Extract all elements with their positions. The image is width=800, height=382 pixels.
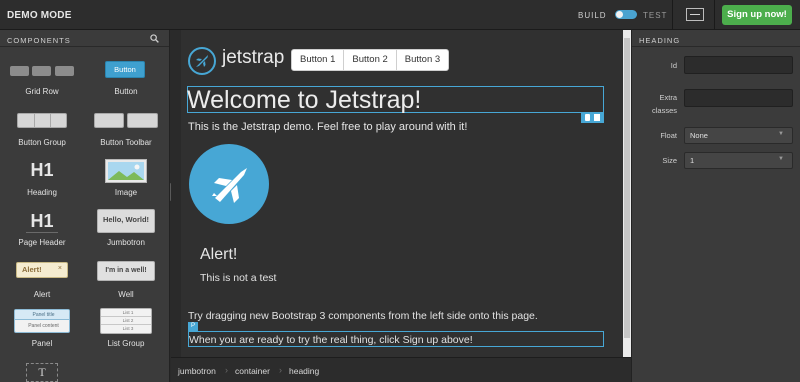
components-panel: COMPONENTS Grid Row Button Button Button… [0, 30, 170, 382]
component-text[interactable]: T [0, 361, 84, 382]
component-label: Image [114, 188, 138, 197]
breadcrumb: jumbotron › container › heading [171, 357, 631, 382]
alert-text[interactable]: This is not a test [200, 272, 276, 284]
component-jumbotron[interactable]: Hello, World! Jumbotron [84, 209, 168, 249]
extra-classes-label-line1: Extra [659, 93, 677, 102]
signup-hint-text[interactable]: When you are ready to try the real thing… [189, 334, 473, 346]
component-alert[interactable]: Alert! × Alert [0, 262, 84, 302]
resize-icon[interactable] [686, 8, 704, 21]
brand-name: jetstrap [222, 47, 285, 68]
canvas-button-1[interactable]: Button 1 [292, 50, 345, 70]
properties-header: HEADING [632, 30, 800, 47]
component-button-toolbar[interactable]: Button Toolbar [84, 112, 168, 152]
instructions-text[interactable]: Try dragging new Bootstrap 3 components … [188, 310, 538, 322]
button-icon: Button [105, 61, 145, 78]
divider [26, 232, 58, 233]
component-label: Panel [31, 339, 53, 348]
extra-classes-input[interactable] [684, 89, 793, 107]
mode-label: DEMO MODE [7, 10, 72, 21]
chevron-right-icon: › [225, 365, 228, 375]
component-label: Alert [33, 290, 51, 299]
properties-panel: HEADING Id Extra classes Float None ▼ Si… [631, 30, 800, 382]
text-icon: T [26, 363, 58, 382]
component-label: Heading [27, 188, 57, 197]
components-title: COMPONENTS [7, 36, 71, 45]
component-panel[interactable]: Panel title Panel content Panel [0, 309, 84, 351]
id-input[interactable] [684, 56, 793, 74]
element-tools [581, 112, 604, 123]
button-group-icon [17, 113, 67, 128]
breadcrumb-item-jumbotron[interactable]: jumbotron [178, 366, 216, 376]
divider [672, 0, 673, 30]
chevron-down-icon: ▼ [778, 131, 784, 137]
size-value: 1 [690, 156, 695, 165]
components-header: COMPONENTS [0, 30, 169, 47]
jetstrap-app: DEMO MODE BUILD TEST Sign up now! COMPON… [0, 0, 800, 382]
component-image[interactable]: Image [84, 159, 168, 199]
page-heading[interactable]: Welcome to Jetstrap! [187, 86, 421, 115]
trash-icon[interactable] [594, 114, 600, 121]
rocket-image[interactable] [189, 144, 269, 224]
test-mode-label[interactable]: TEST [643, 11, 667, 20]
component-label: Page Header [18, 238, 66, 247]
jetstrap-logo-icon [188, 47, 216, 75]
intro-text[interactable]: This is the Jetstrap demo. Feel free to … [188, 121, 467, 133]
build-test-toggle[interactable] [615, 10, 637, 19]
properties-title: HEADING [639, 36, 681, 45]
panel-icon: Panel title Panel content [14, 309, 70, 333]
alert-heading[interactable]: Alert! [200, 246, 237, 264]
well-icon: I'm in a well! [97, 261, 155, 281]
id-label: Id [670, 61, 677, 70]
jumbotron-icon: Hello, World! [97, 209, 155, 233]
component-page-header[interactable]: H1 Page Header [0, 210, 84, 250]
component-label: Grid Row [25, 87, 59, 96]
component-label: Button Toolbar [100, 138, 152, 147]
component-list-group[interactable]: List 1 List 2 List 3 List Group [84, 308, 168, 350]
search-icon[interactable] [150, 34, 159, 43]
component-label: Button Group [18, 138, 66, 147]
button-toolbar-icon [94, 113, 158, 128]
canvas-area: jetstrap Button 1 Button 2 Button 3 Welc… [171, 30, 631, 357]
component-label: Jumbotron [107, 238, 145, 247]
size-label: Size [662, 156, 677, 165]
canvas-button-group: Button 1 Button 2 Button 3 [291, 49, 450, 71]
scrollbar-thumb[interactable] [624, 38, 630, 338]
float-value: None [690, 131, 708, 140]
extra-classes-label-line2: classes [651, 106, 677, 115]
float-label: Float [660, 131, 677, 140]
paragraph-tag: P [188, 322, 198, 331]
toggle-knob [616, 11, 623, 18]
grid-row-icon [10, 66, 74, 76]
alert-icon: Alert! × [16, 262, 68, 278]
component-label: Button [114, 87, 138, 96]
component-grid-row[interactable]: Grid Row [0, 63, 84, 101]
chevron-down-icon: ▼ [778, 156, 784, 162]
breadcrumb-item-container[interactable]: container [235, 366, 270, 376]
close-icon: × [57, 265, 62, 272]
top-bar: DEMO MODE BUILD TEST Sign up now! [0, 0, 800, 30]
component-label: List Group [107, 339, 145, 348]
component-heading[interactable]: H1 Heading [0, 160, 84, 200]
page-canvas[interactable]: jetstrap Button 1 Button 2 Button 3 Welc… [181, 30, 627, 357]
component-well[interactable]: I'm in a well! Well [84, 261, 168, 301]
jet-icon [212, 168, 247, 203]
component-button[interactable]: Button Button [84, 60, 168, 100]
list-group-icon: List 1 List 2 List 3 [100, 308, 152, 334]
breadcrumb-item-heading[interactable]: heading [289, 366, 319, 376]
page-header-icon: H1 [30, 211, 54, 231]
component-button-group[interactable]: Button Group [0, 112, 84, 152]
component-label: Well [118, 290, 134, 299]
sign-up-button[interactable]: Sign up now! [722, 5, 792, 25]
build-mode-label[interactable]: BUILD [578, 11, 607, 20]
float-select[interactable]: None ▼ [684, 127, 793, 144]
canvas-scrollbar[interactable] [623, 30, 631, 357]
copy-icon[interactable] [585, 114, 590, 121]
heading-icon: H1 [30, 160, 54, 180]
chevron-right-icon: › [279, 365, 282, 375]
divider [714, 0, 715, 30]
canvas-button-2[interactable]: Button 2 [344, 50, 397, 70]
size-select[interactable]: 1 ▼ [684, 152, 793, 169]
canvas-button-3[interactable]: Button 3 [397, 50, 448, 70]
image-icon [105, 159, 147, 183]
